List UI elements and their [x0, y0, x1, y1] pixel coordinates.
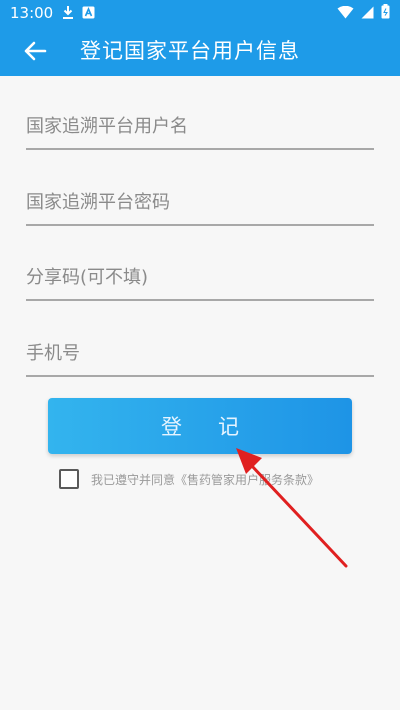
- share-code-field: [26, 261, 374, 301]
- password-field: [26, 186, 374, 226]
- back-button[interactable]: [18, 37, 52, 65]
- agreement-row: 我已遵守并同意 《售药管家用户服务条款》: [59, 467, 319, 491]
- signal-icon: [361, 4, 374, 23]
- arrow-left-icon: [24, 41, 47, 61]
- app-bar: 登记国家平台用户信息: [0, 26, 400, 76]
- username-field: [26, 110, 374, 150]
- agreement-text: 我已遵守并同意: [91, 472, 176, 487]
- status-time: 13:00: [10, 4, 54, 22]
- app-notification-icon: [82, 4, 95, 23]
- wifi-icon: [337, 4, 354, 23]
- status-left-icons: [62, 5, 95, 21]
- download-icon: [62, 4, 74, 23]
- page-title: 登记国家平台用户信息: [80, 39, 300, 63]
- agreement-checkbox[interactable]: [59, 469, 79, 489]
- username-input[interactable]: [26, 110, 374, 148]
- phone-input[interactable]: [26, 337, 374, 375]
- battery-icon: [381, 3, 390, 23]
- register-button[interactable]: 登记: [48, 398, 352, 454]
- password-input[interactable]: [26, 186, 374, 224]
- terms-link[interactable]: 《售药管家用户服务条款》: [175, 471, 319, 488]
- status-bar: 13:00: [0, 0, 400, 26]
- phone-field: [26, 337, 374, 377]
- share-code-input[interactable]: [26, 261, 374, 299]
- status-right-icons: [337, 3, 390, 23]
